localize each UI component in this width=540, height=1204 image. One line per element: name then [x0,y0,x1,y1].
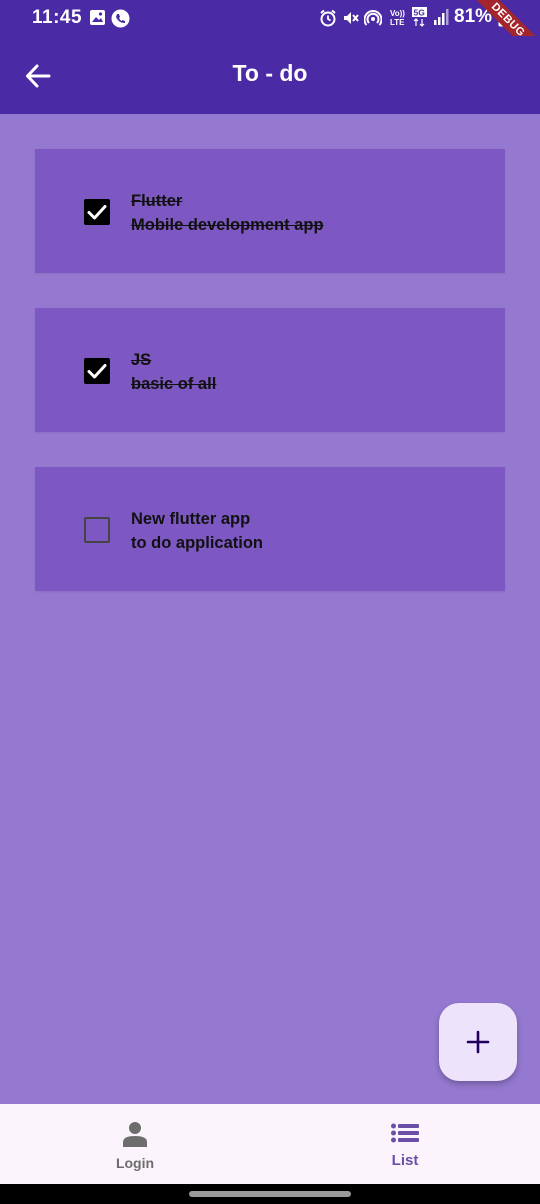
task-subtitle: Mobile development app [131,216,324,234]
svg-text:LTE: LTE [390,18,405,27]
task-text: JS basic of all [131,348,216,396]
image-icon [89,9,106,31]
task-title: JS [131,351,152,369]
alarm-icon [319,9,337,32]
task-title: New flutter app [131,510,251,528]
check-icon [87,364,107,379]
plus-icon [466,1030,490,1054]
task-subtitle: to do application [131,534,263,552]
nav-label-list: List [391,1152,419,1169]
svg-text:Vo)): Vo)) [390,9,405,18]
page-title: To - do [232,60,308,86]
task-title: Flutter [131,192,183,210]
svg-text:5G: 5G [414,8,426,18]
add-task-button[interactable] [439,1003,517,1081]
check-icon [87,205,107,220]
hotspot-icon [363,9,383,32]
app-bar: To - do [0,36,540,114]
task-checkbox[interactable] [84,358,110,384]
task-checkbox[interactable] [84,199,110,225]
nav-item-list[interactable]: List [270,1104,540,1184]
nav-item-login[interactable]: Login [0,1104,270,1184]
list-icon [391,1123,419,1143]
mute-icon [342,9,360,32]
person-icon [123,1122,147,1147]
task-text: Flutter Mobile development app [131,189,324,237]
phone-call-icon [111,9,130,33]
bottom-nav: Login List [0,1104,540,1184]
nav-label-login: Login [115,1155,155,1171]
status-time: 11:45 [32,7,83,28]
task-text: New flutter app to do application [131,507,263,555]
signal-icon [433,8,449,31]
volte-icon: Vo)) LTE [388,7,410,32]
task-card[interactable]: Flutter Mobile development app [35,149,505,273]
task-card[interactable]: JS basic of all [35,308,505,432]
5g-icon: 5G [411,6,429,33]
task-card[interactable]: New flutter app to do application [35,467,505,591]
gesture-handle[interactable] [189,1191,351,1197]
status-bar: 11:45 Vo)) LTE 5G 81% DEBUG [0,0,540,36]
task-subtitle: basic of all [131,375,217,393]
task-checkbox[interactable] [84,517,110,543]
gesture-area [0,1184,540,1204]
